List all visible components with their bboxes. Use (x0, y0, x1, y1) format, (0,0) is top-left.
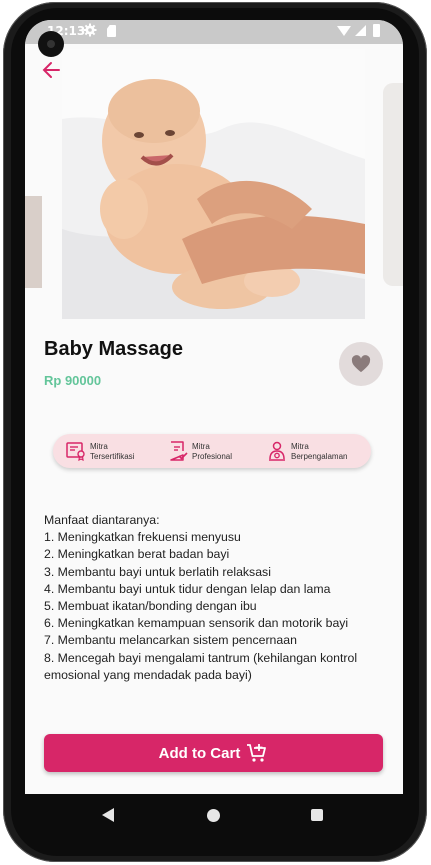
benefit-item: 5. Membuat ikatan/bonding dengan ibu (44, 599, 257, 614)
description-intro: Manfaat diantaranya: (44, 513, 160, 527)
badge-line2: Tersertifikasi (90, 452, 135, 461)
status-indicators (337, 24, 393, 38)
gallery-prev-image[interactable] (25, 196, 42, 288)
certificate-icon (66, 442, 85, 461)
battery-icon (373, 24, 380, 37)
product-image (62, 49, 365, 319)
product-description: Manfaat diantaranya: 1. Meningkatkan fre… (44, 512, 384, 684)
wifi-icon (337, 26, 351, 36)
add-to-cart-button[interactable]: Add to Cart (44, 734, 383, 772)
nav-back-icon[interactable] (102, 808, 114, 822)
benefit-item: 6. Meningkatkan kemampuan sensorik dan m… (44, 616, 349, 631)
signal-icon (355, 25, 366, 36)
back-arrow-icon[interactable] (39, 58, 63, 82)
front-camera (38, 31, 64, 57)
badge-line1: Mitra (291, 442, 309, 451)
person-badge-icon (269, 441, 285, 461)
badge-line1: Mitra (90, 442, 108, 451)
product-price: Rp 90000 (44, 373, 102, 388)
benefit-item: 3. Membantu bayi untuk berlatih relaksas… (44, 564, 271, 579)
nav-recents-icon[interactable] (311, 809, 323, 821)
settings-icon (83, 23, 97, 37)
benefit-item: 2. Meningkatkan berat badan bayi (44, 547, 230, 562)
benefit-item: 7. Membantu melancarkan sistem pencernaa… (44, 633, 297, 648)
benefit-item: 8. Mencegah bayi mengalami tantrum (kehi… (44, 650, 358, 682)
heart-icon (351, 355, 371, 373)
android-nav-bar (25, 794, 403, 836)
sd-card-icon (107, 25, 116, 37)
checklist-icon (170, 441, 188, 461)
badge-line2: Berpengalaman (291, 452, 348, 461)
badge-line1: Mitra (192, 442, 210, 451)
favorite-button[interactable] (339, 342, 383, 386)
add-to-cart-label: Add to Cart (158, 744, 241, 762)
app-screen: 12:13 Baby Massage Rp 90000 Mitra Terser… (25, 20, 403, 832)
benefit-item: 4. Membantu bayi untuk tidur dengan lela… (44, 581, 331, 596)
product-title: Baby Massage (44, 338, 183, 360)
benefit-item: 1. Meningkatkan frekuensi menyusu (44, 530, 241, 545)
gallery-next-image[interactable] (383, 83, 403, 286)
badge-line2: Profesional (192, 452, 233, 461)
cart-plus-icon (247, 744, 267, 762)
partner-badges: Mitra Tersertifikasi Mitra Profesional M… (53, 434, 371, 468)
status-bar: 12:13 (25, 20, 403, 44)
nav-home-icon[interactable] (207, 809, 220, 822)
